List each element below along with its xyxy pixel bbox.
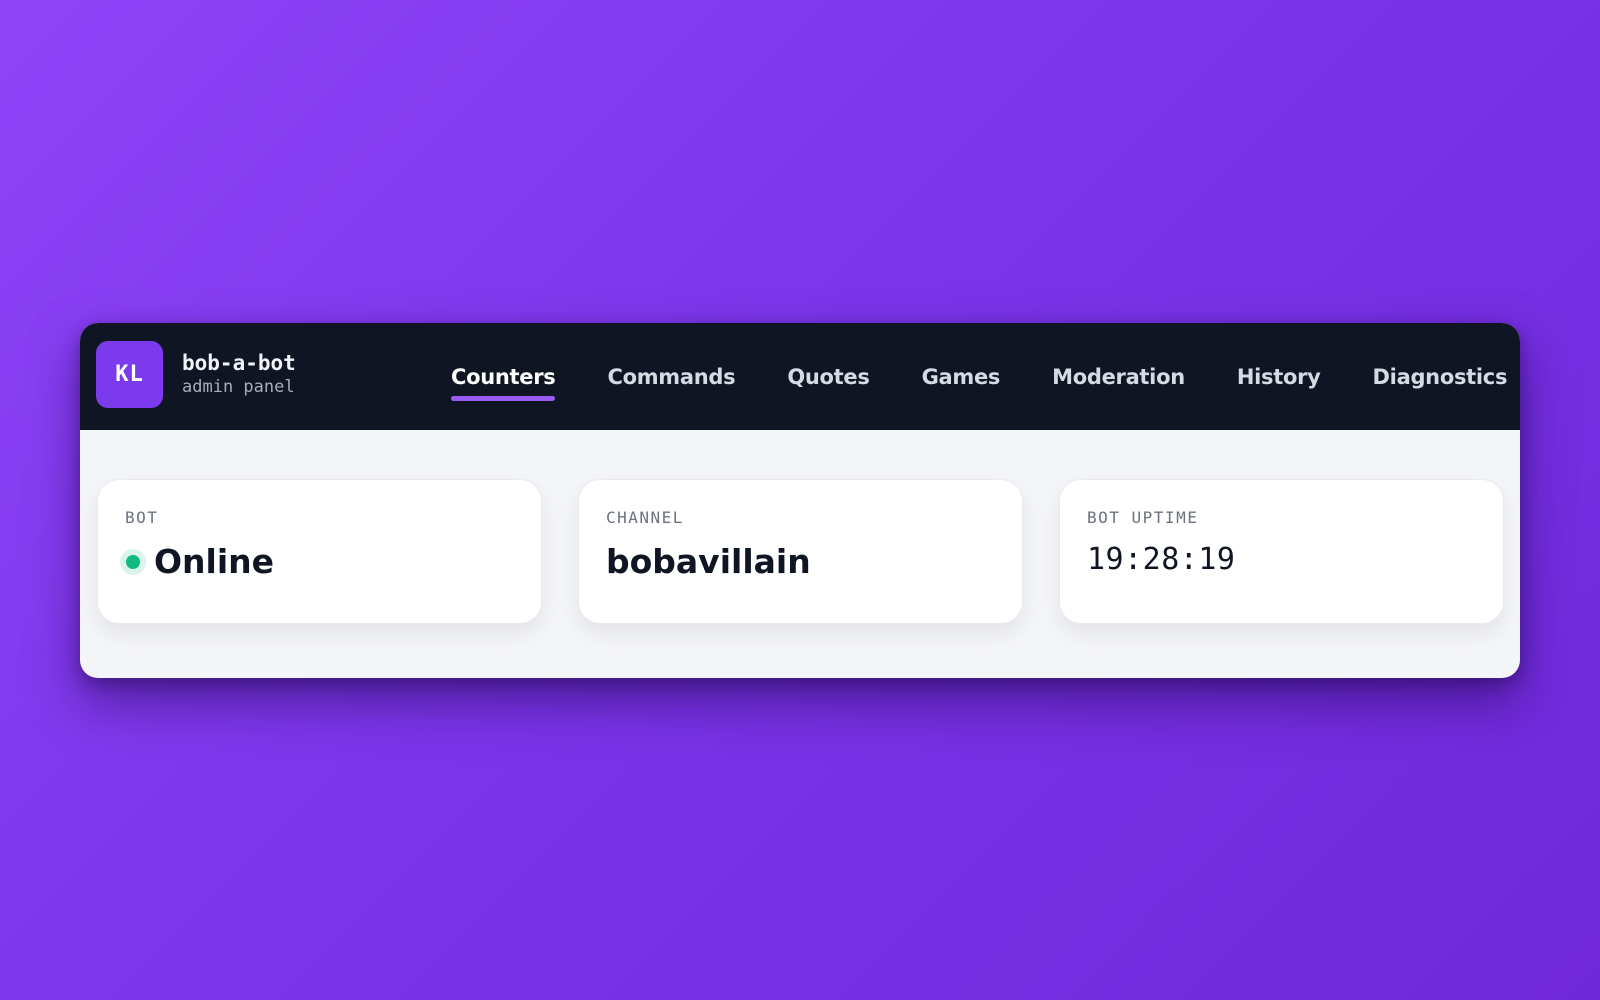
tab-diagnostics[interactable]: Diagnostics (1373, 365, 1508, 389)
avatar[interactable]: KL (96, 341, 163, 408)
bot-status-value: Online (154, 542, 275, 581)
brand-name: bob-a-bot (182, 351, 296, 375)
tab-moderation[interactable]: Moderation (1052, 365, 1185, 389)
status-cards: BOT Online CHANNEL bobavillain BOT UPTIM… (97, 479, 1504, 624)
bot-uptime-card: BOT UPTIME 19:28:19 (1059, 479, 1504, 624)
tab-counters[interactable]: Counters (451, 365, 556, 401)
top-navigation-bar: KL bob-a-bot admin panel Counters Comman… (80, 323, 1520, 430)
bot-uptime-label: BOT UPTIME (1087, 508, 1199, 527)
admin-panel-window: KL bob-a-bot admin panel Counters Comman… (80, 323, 1520, 678)
main-nav: Counters Commands Quotes Games Moderatio… (451, 323, 1520, 430)
bot-uptime-value: 19:28:19 (1087, 542, 1236, 577)
channel-card: CHANNEL bobavillain (578, 479, 1023, 624)
online-status-dot-icon (120, 549, 146, 575)
tab-commands[interactable]: Commands (607, 365, 735, 389)
channel-label: CHANNEL (606, 508, 684, 527)
tab-quotes[interactable]: Quotes (787, 365, 870, 389)
brand-subtitle: admin panel (182, 377, 295, 397)
bot-status-label: BOT (125, 508, 159, 527)
tab-games[interactable]: Games (922, 365, 1001, 389)
bot-status-value-row: Online (120, 542, 514, 582)
tab-history[interactable]: History (1237, 365, 1321, 389)
bot-status-card: BOT Online (97, 479, 542, 624)
brand[interactable]: KL bob-a-bot admin panel (96, 341, 296, 408)
brand-text: bob-a-bot admin panel (182, 351, 296, 398)
channel-value: bobavillain (606, 542, 811, 581)
